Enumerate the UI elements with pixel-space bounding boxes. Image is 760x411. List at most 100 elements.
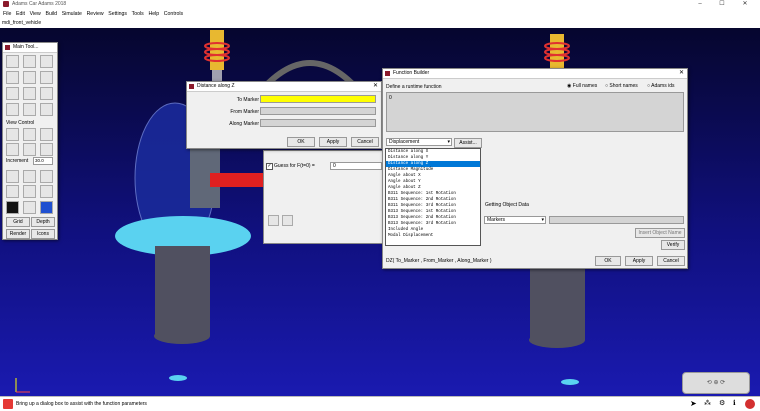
plot-function-icon[interactable] [268,215,279,226]
minimize-button[interactable]: – [690,0,710,9]
define-function-label: Define a runtime function [386,84,442,90]
menu-build[interactable]: Build [45,9,57,19]
triad-icon[interactable] [23,185,36,198]
guess-input[interactable]: 0 [330,162,382,170]
shaded-icon[interactable] [6,185,19,198]
box-icon[interactable] [6,170,19,183]
maximize-button[interactable]: ☐ [712,0,732,9]
function-builder-dialog: Function Builder ✕ Define a runtime funct… [382,68,688,269]
menu-tools[interactable]: Tools [132,9,144,19]
function-list[interactable]: Distance along X Distance along Y Distan… [385,148,481,246]
menu-edit[interactable]: Edit [16,9,25,19]
main-toolbox: Main Tool... View Control Increment 30.0… [2,42,58,240]
increment-label: Increment [6,158,29,164]
function-builder-title: Function Builder ✕ [383,69,687,79]
translate-icon[interactable] [6,128,19,141]
menu-bar: File Edit View Build Simulate Review Set… [0,9,760,19]
icons-button[interactable]: Icons [31,229,55,239]
color-icon[interactable] [23,201,36,214]
verify-button[interactable]: Verify [661,240,685,250]
distance-dialog-close[interactable]: ✕ [373,82,378,91]
view-widget[interactable]: ⟲ ⊕ ⟳ [682,372,750,394]
settings-icon[interactable]: ⚙ [719,399,729,409]
ground-marker-left [169,375,187,381]
network-icon[interactable]: ⁂ [704,399,714,409]
spring-icon[interactable] [23,103,36,116]
view-right-icon[interactable] [23,143,36,156]
menu-settings[interactable]: Settings [108,9,127,19]
category-select-value: Displacement [389,139,420,145]
select-arrow-icon[interactable] [6,55,19,68]
background-blue-icon[interactable] [40,201,53,214]
distance-cancel-button[interactable]: Cancel [351,137,379,147]
assist-button[interactable]: Assist... [454,138,482,148]
full-names-radio[interactable]: ◉ Full names [567,83,597,89]
text-A-icon[interactable] [40,55,53,68]
view-front-icon[interactable] [6,143,19,156]
render-button[interactable]: Render [6,229,30,239]
main-toolbox-title: Main Tool... [3,43,57,53]
background-black-icon[interactable] [6,201,19,214]
app-icon [3,1,9,7]
menu-view[interactable]: View [30,9,41,19]
info-icon[interactable]: ℹ [733,399,741,409]
function-builder-close[interactable]: ✕ [679,69,684,78]
menu-help[interactable]: Help [148,9,159,19]
depth-button[interactable]: Depth [31,217,55,227]
function-category-select[interactable]: Displacement ▾ [386,138,452,146]
edit-function-icon[interactable] [282,215,293,226]
increment-input[interactable]: 30.0 [33,157,53,165]
spin-icon[interactable] [6,87,19,100]
menu-file[interactable]: File [3,9,11,19]
ground-marker-right [561,379,579,385]
stop-icon[interactable] [745,399,755,409]
model-name: mdi_front_vehicle [2,20,42,26]
along-marker-input[interactable] [260,119,376,127]
measure-icon[interactable] [23,87,36,100]
close-button[interactable]: ✕ [735,0,755,9]
insert-object-name-button[interactable]: Insert Object Name [635,228,685,238]
zoom-icon[interactable] [40,128,53,141]
center-icon[interactable] [23,128,36,141]
grid-icon[interactable] [6,103,19,116]
distance-ok-button[interactable]: OK [287,137,315,147]
chevron-down-icon: ▾ [541,217,544,223]
joint-icon[interactable] [40,87,53,100]
function-ok-button[interactable]: OK [595,256,621,266]
guess-label: Guess for F(t=0) = [274,163,315,169]
adams-ids-label: Adams ids [651,83,675,89]
function-list-item[interactable]: Modal Displacement [386,233,480,239]
cursor-icon[interactable]: ➤ [690,399,700,409]
object-type-select[interactable]: Markers ▾ [484,216,546,224]
distance-dialog-title: Distance along Z ✕ [187,82,381,92]
cylinder-icon[interactable] [40,71,53,84]
object-name-field[interactable] [549,216,684,224]
grid-button[interactable]: Grid [6,217,30,227]
short-names-radio[interactable]: ○ Short names [605,83,638,89]
function-signature: DZ( To_Marker , From_Marker , Along_Mark… [386,258,492,264]
menu-controls[interactable]: Controls [164,9,183,19]
hidden-icon[interactable] [40,185,53,198]
guess-checkbox[interactable]: ✓ [266,163,273,170]
plot-icon[interactable] [40,103,53,116]
function-cancel-button[interactable]: Cancel [657,256,685,266]
to-marker-input[interactable] [260,95,376,103]
menu-simulate[interactable]: Simulate [62,9,82,19]
function-apply-button[interactable]: Apply [625,256,653,266]
status-tool-icon[interactable] [3,399,13,409]
rotate-icon[interactable] [6,71,19,84]
window-title: Adams Car Adams 2018 [12,1,67,7]
function-expression-textarea[interactable]: 0 [386,92,684,132]
full-names-label: Full names [572,83,598,89]
along-marker-label: Along Marker [229,121,259,127]
pencil-icon[interactable] [23,55,36,68]
wireframe-icon[interactable] [40,170,53,183]
menu-review[interactable]: Review [87,9,104,19]
adams-ids-radio[interactable]: ○ Adams ids [647,83,674,89]
cube-icon[interactable] [23,170,36,183]
view-top-icon[interactable] [40,143,53,156]
gauge-icon[interactable] [23,71,36,84]
distance-apply-button[interactable]: Apply [319,137,347,147]
view-control-label: View Control [6,120,35,126]
from-marker-input[interactable] [260,107,376,115]
